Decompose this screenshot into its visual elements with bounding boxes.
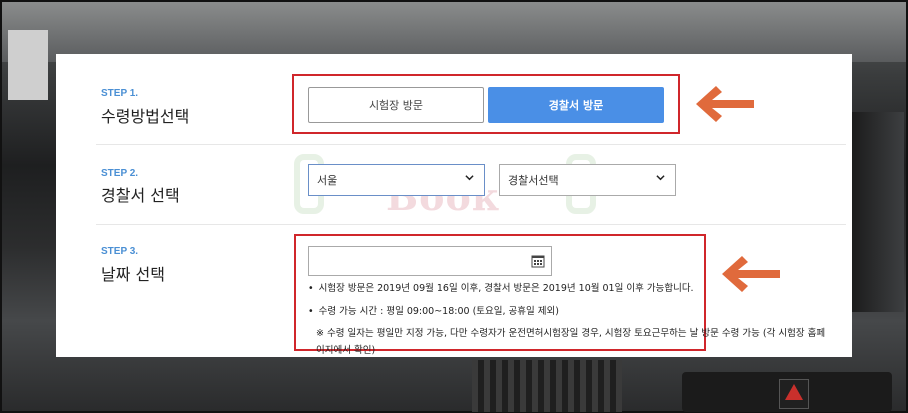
step1-label: STEP 1. <box>101 88 139 99</box>
step2-label: STEP 2. <box>101 168 139 179</box>
arrow-left-icon <box>722 256 780 292</box>
visit-police-station-button[interactable]: 경찰서 방문 <box>488 87 664 123</box>
date-input[interactable] <box>308 246 552 276</box>
calendar-icon[interactable] <box>531 254 545 268</box>
step2-title: 경찰서 선택 <box>101 186 180 205</box>
dashboard-right <box>849 112 904 312</box>
date-note-1: • 시험장 방문은 2019년 09월 16일 이후, 경찰서 방문은 2019년… <box>308 283 694 294</box>
step3-title: 날짜 선택 <box>101 265 165 284</box>
hazard-button-icon <box>779 379 809 409</box>
date-note-1-text: 시험장 방문은 2019년 09월 16일 이후, 경찰서 방문은 2019년 … <box>318 283 694 294</box>
step1-title: 수령방법선택 <box>101 107 190 126</box>
chevron-down-icon <box>465 175 474 181</box>
date-note-2: • 수령 가능 시간 : 평일 09:00~18:00 (토요일, 공휴일 제외) <box>308 306 559 317</box>
date-note-2-text: 수령 가능 시간 : 평일 09:00~18:00 (토요일, 공휴일 제외) <box>318 306 559 317</box>
arrow-left-icon <box>696 86 754 122</box>
road-view <box>2 2 906 62</box>
step3-label: STEP 3. <box>101 246 139 257</box>
police-station-select[interactable]: 경찰서선택 <box>499 164 676 196</box>
police-station-select-value: 경찰서선택 <box>508 174 559 187</box>
air-vents <box>472 360 622 412</box>
region-select-value: 서울 <box>317 174 338 187</box>
divider <box>96 144 846 145</box>
date-note-3-line2: 이지에서 확인) <box>316 345 376 356</box>
divider <box>96 224 846 225</box>
date-note-3-line1: ※ 수령 일자는 평일만 지정 가능, 다만 수령자가 운전면허시험장일 경우,… <box>316 328 826 339</box>
chevron-down-icon <box>656 175 665 181</box>
windshield-sticker <box>8 30 48 100</box>
region-select[interactable]: 서울 <box>308 164 485 196</box>
visit-test-center-button[interactable]: 시험장 방문 <box>308 87 484 123</box>
